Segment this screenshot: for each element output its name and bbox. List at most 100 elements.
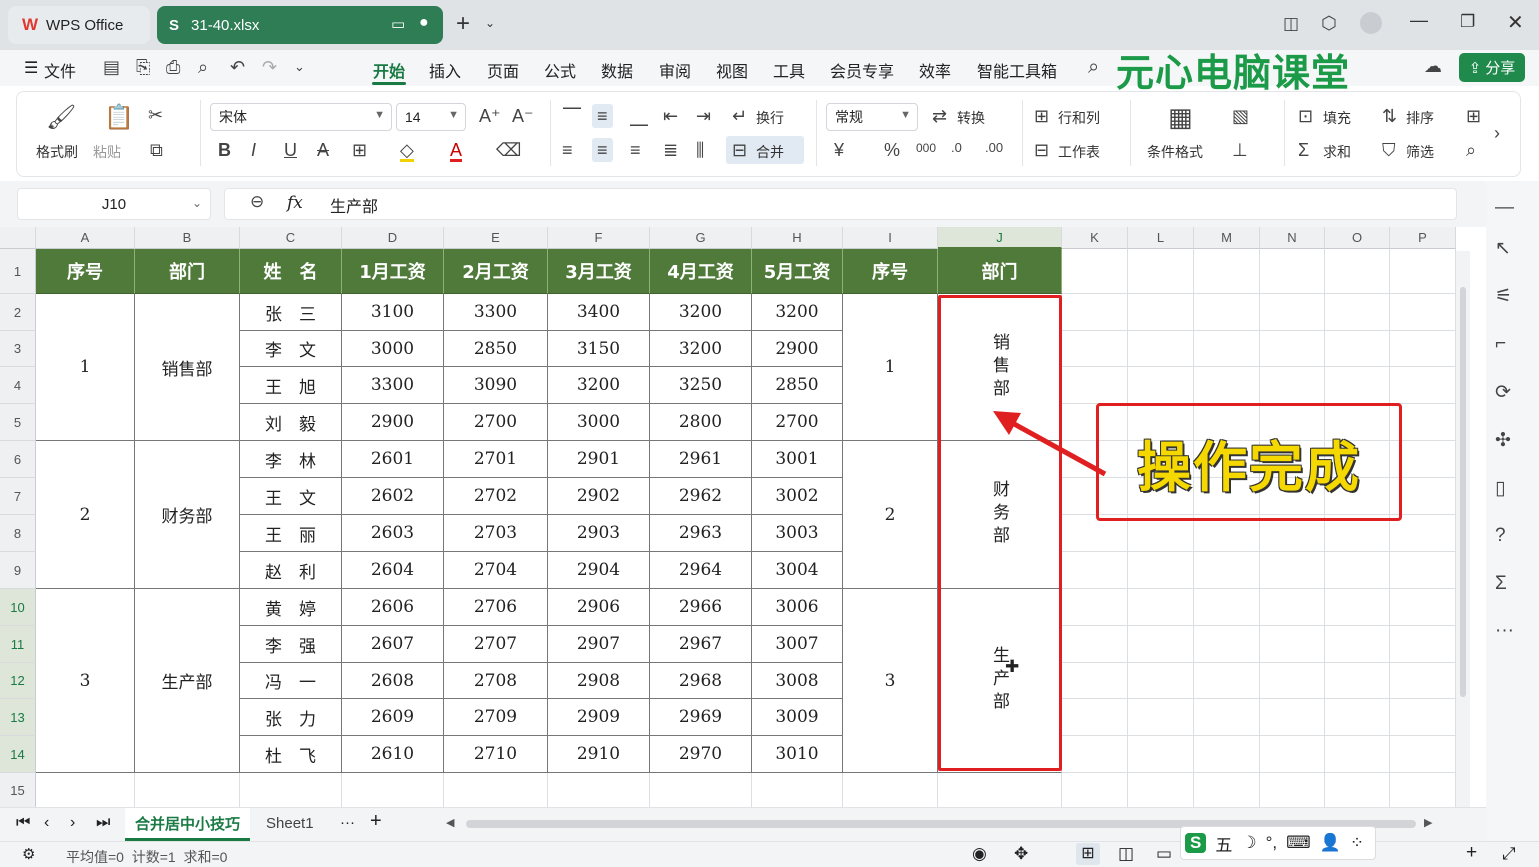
align-bottom-icon[interactable]: ⎽ [630, 107, 648, 125]
menu-file[interactable]: 文件 [44, 58, 76, 82]
grid-cell[interactable] [1325, 294, 1390, 331]
italic-icon[interactable]: I [251, 141, 256, 159]
column-header-n[interactable]: N [1260, 227, 1325, 249]
salary-cell[interactable]: 3300 [342, 367, 444, 404]
salary-cell[interactable]: 3009 [752, 699, 843, 736]
salary-cell[interactable]: 2968 [650, 663, 752, 699]
row-header-7[interactable]: 7 [0, 478, 36, 515]
salary-cell[interactable]: 2900 [342, 404, 444, 441]
salary-cell[interactable]: 3004 [752, 552, 843, 589]
salary-cell[interactable]: 2966 [650, 589, 752, 626]
grid-cell[interactable] [1390, 773, 1456, 807]
column-header-c[interactable]: C [240, 227, 342, 249]
hscroll-left-icon[interactable]: ◀ [446, 816, 454, 829]
grid-cell[interactable] [1260, 699, 1325, 736]
salary-cell[interactable]: 2970 [650, 736, 752, 773]
ribbon-scroll-right-icon[interactable]: › [1494, 124, 1500, 142]
column-header-d[interactable]: D [342, 227, 444, 249]
clear-format-icon[interactable]: ⌫ [496, 141, 521, 159]
align-middle-icon[interactable]: ≡ [592, 104, 613, 128]
increase-font-icon[interactable]: A⁺ [479, 107, 501, 125]
salary-cell[interactable]: 2701 [444, 441, 548, 478]
name-cell[interactable]: 冯 一 [240, 663, 342, 699]
grid-cell[interactable] [1194, 367, 1260, 404]
cloud-icon[interactable]: ☁ [1424, 57, 1442, 75]
font-size-select[interactable]: 14 ▼ [396, 103, 466, 131]
decrease-decimal-icon[interactable]: .0 [951, 141, 962, 154]
sheet-tab-active[interactable]: 合并居中小技巧 [125, 808, 250, 841]
salary-cell[interactable]: 2702 [444, 478, 548, 515]
grid-cell[interactable] [1390, 331, 1456, 367]
grid-cell[interactable] [1260, 626, 1325, 663]
row-header-1[interactable]: 1 [0, 249, 36, 294]
select-cursor-icon[interactable]: ↖ [1495, 237, 1511, 260]
name-cell[interactable]: 刘 毅 [240, 404, 342, 441]
table-header-cell[interactable]: 部门 [135, 249, 240, 294]
column-header-k[interactable]: K [1062, 227, 1128, 249]
zoom-in-icon[interactable]: + [1466, 842, 1477, 864]
grid-cell[interactable] [1325, 626, 1390, 663]
merged-seq-cell-i[interactable]: 3 [843, 589, 938, 773]
menu-formula[interactable]: 公式 [544, 58, 576, 82]
merged-dept-cell[interactable]: 财务部 [135, 441, 240, 589]
grid-cell[interactable] [1260, 736, 1325, 773]
grid-cell[interactable] [1062, 663, 1128, 699]
grid-cell[interactable] [1128, 736, 1194, 773]
grid-cell[interactable] [1390, 626, 1456, 663]
grid-cell[interactable] [1062, 773, 1128, 807]
sheet-tab-sheet1[interactable]: Sheet1 [266, 815, 314, 832]
grid-cell[interactable] [1194, 663, 1260, 699]
salary-cell[interactable]: 2850 [752, 367, 843, 404]
salary-cell[interactable]: 2704 [444, 552, 548, 589]
salary-cell[interactable]: 2962 [650, 478, 752, 515]
column-header-p[interactable]: P [1390, 227, 1456, 249]
name-cell[interactable]: 李 强 [240, 626, 342, 663]
grid-cell[interactable] [1062, 294, 1128, 331]
row-col-icon[interactable]: ⊞ [1034, 107, 1049, 125]
grid-cell[interactable] [1128, 589, 1194, 626]
wrap-text-label[interactable]: 换行 [756, 108, 784, 128]
salary-cell[interactable]: 2703 [444, 515, 548, 552]
row-header-15[interactable]: 15 [0, 773, 36, 807]
fullscreen-icon[interactable]: ⤢ [1502, 844, 1516, 864]
menu-member[interactable]: 会员专享 [830, 58, 894, 82]
new-tab-icon[interactable]: + [456, 10, 470, 38]
name-cell[interactable]: 王 旭 [240, 367, 342, 404]
bold-icon[interactable]: B [218, 141, 231, 159]
grid-cell[interactable] [1390, 663, 1456, 699]
grid-cell[interactable] [1325, 589, 1390, 626]
name-cell[interactable]: 黄 婷 [240, 589, 342, 626]
fill-color-icon[interactable]: ◇ [400, 141, 414, 162]
thousands-icon[interactable]: 000 [916, 142, 936, 154]
convert-icon[interactable]: ⇄ [932, 107, 947, 125]
grid-cell[interactable] [1390, 249, 1456, 294]
column-header-e[interactable]: E [444, 227, 548, 249]
grid-cell[interactable] [1260, 663, 1325, 699]
select-all-corner[interactable] [0, 227, 36, 249]
salary-cell[interactable]: 2608 [342, 663, 444, 699]
grid-cell[interactable] [752, 773, 843, 807]
vertical-scroll-thumb[interactable] [1460, 287, 1466, 697]
salary-cell[interactable]: 2706 [444, 589, 548, 626]
align-top-icon[interactable]: ⎺ [563, 107, 581, 125]
salary-cell[interactable]: 2964 [650, 552, 752, 589]
merged-seq-cell-i[interactable]: 1 [843, 294, 938, 441]
name-box[interactable]: J10 ⌄ [17, 188, 211, 220]
table-header-cell[interactable]: 序号 [36, 249, 135, 294]
salary-cell[interactable]: 2603 [342, 515, 444, 552]
ime-user-icon[interactable]: 👤 [1320, 833, 1341, 853]
salary-cell[interactable]: 2609 [342, 699, 444, 736]
name-cell[interactable]: 张 三 [240, 294, 342, 331]
salary-cell[interactable]: 3300 [444, 294, 548, 331]
macro-icon[interactable]: ⚙ [22, 845, 35, 863]
worksheet-icon[interactable]: ⊟ [1034, 141, 1049, 159]
align-left-icon[interactable]: ≡ [562, 141, 573, 159]
salary-cell[interactable]: 2961 [650, 441, 752, 478]
grid-cell[interactable] [1390, 589, 1456, 626]
prev-sheet-icon[interactable]: ‹ [44, 814, 49, 832]
table-header-cell[interactable]: 2月工资 [444, 249, 548, 294]
grid-cell[interactable] [1325, 663, 1390, 699]
column-header-h[interactable]: H [752, 227, 843, 249]
grid-cell[interactable] [1128, 626, 1194, 663]
fx-icon[interactable]: fx [287, 193, 303, 213]
